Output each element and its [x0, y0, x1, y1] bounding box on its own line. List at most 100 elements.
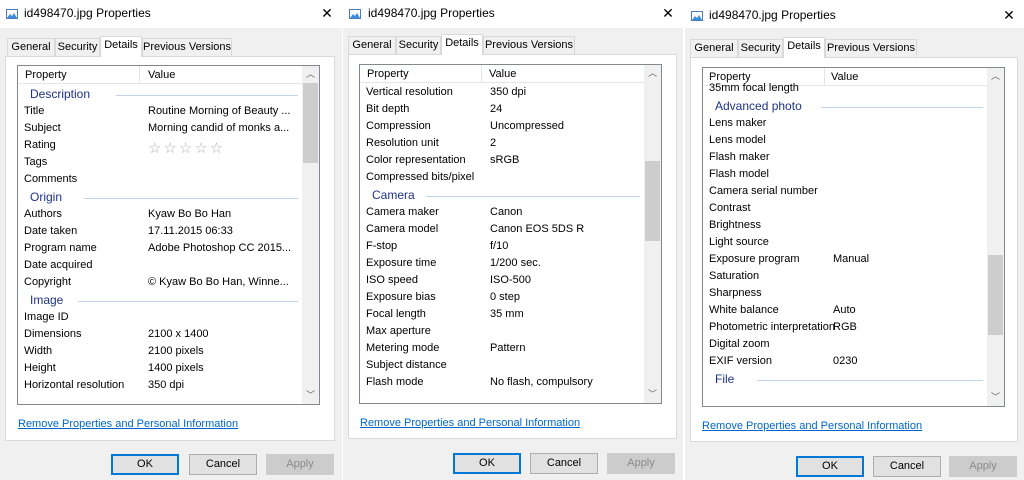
- property-row[interactable]: Image ID: [18, 309, 302, 326]
- scrollbar-thumb[interactable]: [645, 161, 660, 242]
- property-row[interactable]: Exposure program Manual: [703, 251, 987, 268]
- property-row[interactable]: Width 2100 pixels: [18, 343, 302, 360]
- column-header-property[interactable]: Property: [367, 68, 409, 80]
- property-row[interactable]: Subject distance: [360, 357, 644, 374]
- property-row[interactable]: Bit depth 24: [360, 101, 644, 118]
- scroll-down-arrow-icon[interactable]: ﹀: [644, 386, 661, 403]
- vertical-scrollbar[interactable]: ︿ ﹀: [644, 65, 661, 403]
- property-row[interactable]: Compression Uncompressed: [360, 118, 644, 135]
- property-row[interactable]: Max aperture: [360, 323, 644, 340]
- tab-general[interactable]: General: [7, 38, 55, 56]
- vertical-scrollbar[interactable]: ︿ ﹀: [987, 68, 1004, 406]
- property-row[interactable]: Copyright © Kyaw Bo Bo Han, Winne...: [18, 274, 302, 291]
- column-header-value[interactable]: Value: [148, 69, 175, 81]
- tab-general[interactable]: General: [348, 36, 396, 54]
- property-row[interactable]: Contrast: [703, 200, 987, 217]
- property-row[interactable]: Brightness: [703, 217, 987, 234]
- property-row[interactable]: Program name Adobe Photoshop CC 2015...: [18, 240, 302, 257]
- property-row[interactable]: Resolution unit 2: [360, 135, 644, 152]
- property-row[interactable]: Compressed bits/pixel: [360, 169, 644, 186]
- property-row[interactable]: Height 1400 pixels: [18, 360, 302, 377]
- property-row[interactable]: Sharpness: [703, 285, 987, 302]
- tab-details[interactable]: Details: [441, 34, 483, 55]
- property-row[interactable]: Lens model: [703, 132, 987, 149]
- property-list[interactable]: Property Value Description Title Routine M…: [17, 65, 320, 405]
- group-header-camera[interactable]: Camera: [360, 186, 644, 204]
- ok-button[interactable]: OK: [453, 453, 521, 474]
- remove-properties-link[interactable]: Remove Properties and Personal Informati…: [18, 418, 238, 430]
- property-row[interactable]: White balance Auto: [703, 302, 987, 319]
- property-row[interactable]: Date acquired: [18, 257, 302, 274]
- property-row[interactable]: Saturation: [703, 268, 987, 285]
- group-header-advanced-photo[interactable]: Advanced photo: [703, 97, 987, 115]
- property-row[interactable]: Authors Kyaw Bo Bo Han: [18, 206, 302, 223]
- remove-properties-link[interactable]: Remove Properties and Personal Informati…: [360, 417, 580, 429]
- property-row[interactable]: Horizontal resolution 350 dpi: [18, 377, 302, 394]
- column-header-value[interactable]: Value: [489, 68, 516, 80]
- scroll-down-arrow-icon[interactable]: ﹀: [302, 387, 319, 404]
- scroll-up-arrow-icon[interactable]: ︿: [987, 68, 1004, 85]
- property-row[interactable]: Camera serial number: [703, 183, 987, 200]
- property-row[interactable]: Camera model Canon EOS 5DS R: [360, 221, 644, 238]
- tab-previous-versions[interactable]: Previous Versions: [825, 39, 917, 57]
- property-row[interactable]: Photometric interpretation RGB: [703, 319, 987, 336]
- apply-button[interactable]: Apply: [607, 453, 675, 474]
- scroll-down-arrow-icon[interactable]: ﹀: [987, 389, 1004, 406]
- property-row[interactable]: Date taken 17.11.2015 06:33: [18, 223, 302, 240]
- property-list[interactable]: Property Value 35mm focal length Advanced…: [702, 67, 1005, 407]
- tab-details[interactable]: Details: [783, 37, 825, 58]
- property-row[interactable]: Flash mode No flash, compulsory: [360, 374, 644, 391]
- property-row[interactable]: Flash model: [703, 166, 987, 183]
- property-row[interactable]: Digital zoom: [703, 336, 987, 353]
- apply-button[interactable]: Apply: [266, 454, 334, 475]
- group-header-image[interactable]: Image: [18, 291, 302, 309]
- property-row[interactable]: Tags: [18, 154, 302, 171]
- property-row[interactable]: Subject Morning candid of monks a...: [18, 120, 302, 137]
- property-row[interactable]: Title Routine Morning of Beauty ...: [18, 103, 302, 120]
- property-row[interactable]: Focal length 35 mm: [360, 306, 644, 323]
- property-row[interactable]: F-stop f/10: [360, 238, 644, 255]
- scroll-up-arrow-icon[interactable]: ︿: [302, 66, 319, 83]
- cancel-button[interactable]: Cancel: [189, 454, 257, 475]
- cancel-button[interactable]: Cancel: [873, 456, 941, 477]
- apply-button[interactable]: Apply: [949, 456, 1017, 477]
- group-header-origin[interactable]: Origin: [18, 188, 302, 206]
- tab-previous-versions[interactable]: Previous Versions: [142, 38, 232, 56]
- property-row[interactable]: Color representation sRGB: [360, 152, 644, 169]
- property-row[interactable]: 35mm focal length: [703, 80, 987, 97]
- property-row[interactable]: Camera maker Canon: [360, 204, 644, 221]
- scrollbar-thumb[interactable]: [303, 83, 318, 163]
- remove-properties-link[interactable]: Remove Properties and Personal Informati…: [702, 420, 922, 432]
- ok-button[interactable]: OK: [796, 456, 864, 477]
- group-header-description[interactable]: Description: [18, 85, 302, 103]
- property-row[interactable]: Light source: [703, 234, 987, 251]
- cancel-button[interactable]: Cancel: [530, 453, 598, 474]
- close-icon[interactable]: ✕: [318, 4, 336, 22]
- property-row[interactable]: Vertical resolution 350 dpi: [360, 84, 644, 101]
- property-row[interactable]: ISO speed ISO-500: [360, 272, 644, 289]
- close-icon[interactable]: ✕: [659, 4, 677, 22]
- close-icon[interactable]: ✕: [1000, 6, 1018, 24]
- vertical-scrollbar[interactable]: ︿ ﹀: [302, 66, 319, 404]
- property-row[interactable]: Comments: [18, 171, 302, 188]
- property-row[interactable]: Exposure bias 0 step: [360, 289, 644, 306]
- property-row[interactable]: Exposure time 1/200 sec.: [360, 255, 644, 272]
- tab-general[interactable]: General: [690, 39, 738, 57]
- property-row[interactable]: Rating ☆☆☆☆☆: [18, 137, 302, 157]
- scroll-up-arrow-icon[interactable]: ︿: [644, 65, 661, 82]
- property-row[interactable]: Lens maker: [703, 115, 987, 132]
- group-header-file[interactable]: File: [703, 370, 987, 388]
- tab-details[interactable]: Details: [100, 36, 142, 57]
- tab-previous-versions[interactable]: Previous Versions: [483, 36, 575, 54]
- property-row[interactable]: Dimensions 2100 x 1400: [18, 326, 302, 343]
- scrollbar-thumb[interactable]: [988, 254, 1003, 335]
- property-row[interactable]: EXIF version 0230: [703, 353, 987, 370]
- tab-security[interactable]: Security: [55, 38, 100, 56]
- property-row[interactable]: Metering mode Pattern: [360, 340, 644, 357]
- property-list[interactable]: Property Value Vertical resolution 350 dp…: [359, 64, 662, 404]
- column-header-property[interactable]: Property: [25, 69, 67, 81]
- tab-security[interactable]: Security: [738, 39, 783, 57]
- ok-button[interactable]: OK: [111, 454, 179, 475]
- property-row[interactable]: Flash maker: [703, 149, 987, 166]
- tab-security[interactable]: Security: [396, 36, 441, 54]
